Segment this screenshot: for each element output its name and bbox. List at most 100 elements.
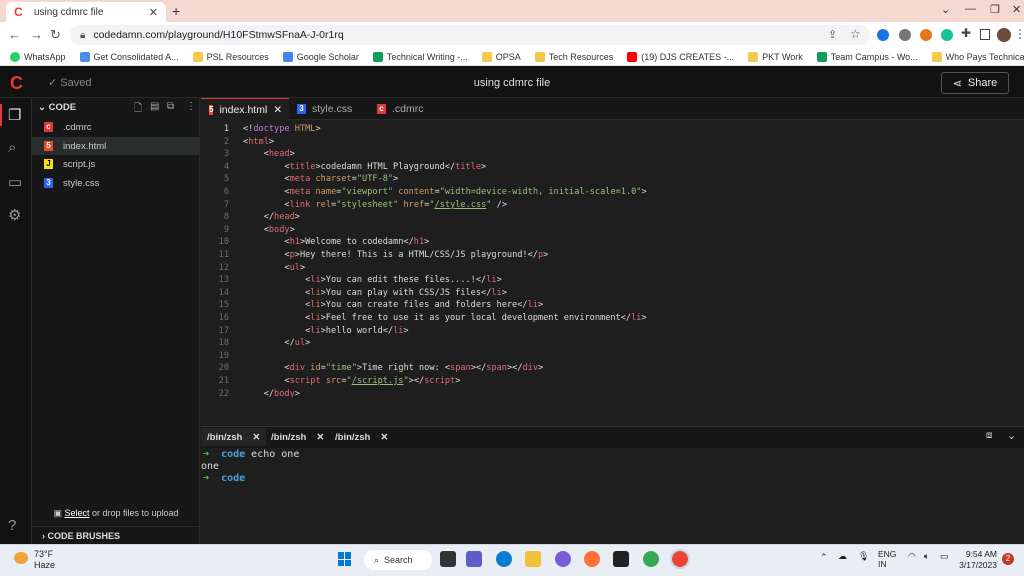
star-icon[interactable]: ☆ bbox=[850, 27, 861, 41]
new-tab-button[interactable]: + bbox=[172, 3, 180, 19]
bookmark-item[interactable]: Google Scholar bbox=[282, 51, 359, 62]
wifi-icon[interactable]: ◠ bbox=[908, 551, 916, 562]
windows-start-icon[interactable] bbox=[338, 552, 352, 566]
language-indicator[interactable]: ENG IN bbox=[878, 549, 896, 569]
tab-index-html[interactable]: 5 index.html ✕ bbox=[201, 98, 289, 120]
bookmark-item[interactable]: PKT Work bbox=[748, 51, 803, 62]
terminal-tab[interactable]: /bin/zsh ✕ bbox=[329, 428, 394, 446]
code-line: <li>You can edit these files....!</li> bbox=[243, 275, 502, 286]
bookmark-item[interactable]: WhatsApp bbox=[10, 51, 66, 62]
more-icon[interactable]: ⋮ bbox=[186, 101, 196, 112]
cdmrc-file-icon: c bbox=[377, 104, 386, 114]
window-close-button[interactable]: ✕ bbox=[1012, 3, 1021, 16]
files-icon[interactable]: ❐ bbox=[8, 106, 21, 124]
close-icon[interactable]: ✕ bbox=[316, 432, 324, 443]
cloud-icon[interactable]: ☁ bbox=[838, 551, 847, 562]
extension-icon[interactable] bbox=[877, 29, 889, 41]
app-icon[interactable] bbox=[555, 551, 571, 567]
grammarly-icon[interactable] bbox=[941, 29, 953, 41]
bookmark-item[interactable]: Tech Resources bbox=[534, 51, 613, 62]
gear-icon[interactable]: ⚙ bbox=[8, 206, 21, 224]
close-icon[interactable]: ✕ bbox=[149, 6, 158, 19]
edge-icon[interactable] bbox=[496, 551, 512, 567]
notification-badge[interactable]: 2 bbox=[1002, 553, 1014, 565]
volume-icon[interactable]: 🔈︎ bbox=[924, 551, 929, 562]
terminal-tab[interactable]: /bin/zsh ✕ bbox=[201, 428, 267, 446]
microphone-icon[interactable]: 🎙︎ bbox=[858, 551, 869, 562]
file-item[interactable]: c .cdmrc bbox=[32, 118, 200, 136]
collapse-icon[interactable]: ⧉ bbox=[167, 101, 174, 112]
metamask-icon[interactable] bbox=[920, 29, 932, 41]
chrome-icon[interactable] bbox=[643, 551, 659, 567]
bookmark-item[interactable]: Team Campus - Wo... bbox=[816, 51, 918, 62]
taskbar-search[interactable]: ⌕ Search bbox=[364, 550, 432, 570]
line-number: 14 bbox=[218, 287, 229, 298]
search-icon[interactable]: ⌕ bbox=[8, 139, 16, 156]
terminal-app-icon[interactable] bbox=[613, 551, 629, 567]
teams-icon[interactable] bbox=[466, 551, 482, 567]
new-file-icon[interactable]: 🗋︎ bbox=[134, 101, 142, 118]
more-icon[interactable]: ⋮ bbox=[1014, 27, 1024, 41]
bookmark-item[interactable]: Get Consolidated A... bbox=[79, 51, 179, 62]
browser-tab[interactable]: C using cdmrc file ✕ bbox=[6, 2, 166, 22]
bookmark-item[interactable]: Technical Writing -... bbox=[372, 51, 468, 62]
address-bar[interactable]: 🔒︎ codedamn.com/playground/H10FStmwSFnaA… bbox=[70, 25, 870, 45]
task-view-icon[interactable] bbox=[440, 551, 456, 567]
close-icon[interactable]: ✕ bbox=[273, 104, 282, 116]
clock[interactable]: 9:54 AM 3/17/2023 bbox=[955, 549, 997, 571]
puzzle-icon[interactable]: ✚ bbox=[961, 26, 971, 40]
code-line: <ul> bbox=[243, 262, 306, 273]
firefox-icon[interactable] bbox=[584, 551, 600, 567]
code-line: <meta charset="UTF-8"> bbox=[243, 174, 399, 185]
line-number: 15 bbox=[218, 300, 229, 311]
bookmark-item[interactable]: PSL Resources bbox=[192, 51, 269, 62]
code-brushes-section[interactable]: › CODE BRUSHES bbox=[32, 526, 200, 544]
code-line: <!doctype HTML> bbox=[243, 124, 321, 134]
bookmark-item[interactable]: Who Pays Technical... bbox=[931, 51, 1024, 62]
file-item[interactable]: Jscript.js bbox=[32, 155, 200, 173]
file-explorer-icon[interactable] bbox=[525, 551, 541, 567]
code-editor[interactable]: 1 2 3 4 5 6 7 8 9 10 11 12 13 14 15 16 1… bbox=[201, 121, 1024, 397]
line-number: 6 bbox=[223, 187, 229, 197]
terminal[interactable]: ➜ code echo one one ➜ code bbox=[201, 448, 1024, 544]
search-icon: ⌕ bbox=[374, 554, 380, 565]
extension-icon[interactable] bbox=[899, 29, 911, 41]
share-button[interactable]: ⋖ Share bbox=[941, 72, 1009, 94]
chevron-down-icon[interactable]: ⌄ bbox=[1007, 429, 1016, 442]
maximize-terminal-icon[interactable]: ⧈ bbox=[986, 430, 992, 441]
chevron-down-icon[interactable]: ⌄ bbox=[941, 3, 950, 16]
chevron-up-icon[interactable]: ⌃ bbox=[820, 552, 828, 563]
avatar[interactable] bbox=[997, 28, 1011, 42]
select-link[interactable]: Select bbox=[64, 508, 89, 518]
bookmark-item[interactable]: OPSA bbox=[481, 51, 521, 62]
help-icon[interactable]: ? bbox=[8, 517, 16, 534]
chrome-icon[interactable] bbox=[670, 549, 690, 569]
maximize-button[interactable]: ❐ bbox=[990, 3, 1000, 16]
back-arrow-icon[interactable]: ← bbox=[8, 27, 21, 42]
close-icon[interactable]: ✕ bbox=[252, 432, 260, 443]
forward-arrow-icon[interactable]: → bbox=[30, 27, 43, 42]
weather-widget[interactable]: 73°F Haze bbox=[34, 549, 55, 571]
chat-icon[interactable]: ▭ bbox=[8, 173, 22, 191]
battery-icon[interactable]: ▭ bbox=[940, 551, 949, 562]
code-line: </head> bbox=[243, 212, 300, 223]
upload-area[interactable]: ▣ Select or drop files to upload bbox=[32, 508, 200, 519]
code-line: <li>Feel free to use it as your local de… bbox=[243, 313, 647, 323]
side-panel-icon[interactable] bbox=[980, 29, 990, 40]
share-page-icon[interactable]: ⇪ bbox=[828, 28, 837, 41]
explorer-header[interactable]: ⌄ CODE bbox=[38, 102, 76, 113]
share-icon: ⋖ bbox=[952, 77, 962, 90]
terminal-tab[interactable]: /bin/zsh ✕ bbox=[265, 428, 330, 446]
close-icon[interactable]: ✕ bbox=[380, 432, 388, 443]
tab-cdmrc[interactable]: c .cdmrc bbox=[369, 98, 449, 120]
prompt-arrow-icon: ➜ bbox=[203, 449, 222, 460]
file-item[interactable]: 3 style.css bbox=[32, 174, 200, 192]
tab-style-css[interactable]: 3 style.css bbox=[289, 98, 369, 120]
line-number: 17 bbox=[218, 325, 229, 336]
bookmark-item[interactable]: (19) DJS CREATES -... bbox=[627, 51, 734, 62]
new-folder-icon[interactable]: ▤ bbox=[150, 101, 159, 112]
active-indicator bbox=[0, 104, 2, 126]
file-item[interactable]: 5 index.html bbox=[32, 137, 200, 155]
reload-icon[interactable]: ↻ bbox=[50, 27, 61, 43]
minimize-button[interactable]: — bbox=[965, 3, 976, 15]
